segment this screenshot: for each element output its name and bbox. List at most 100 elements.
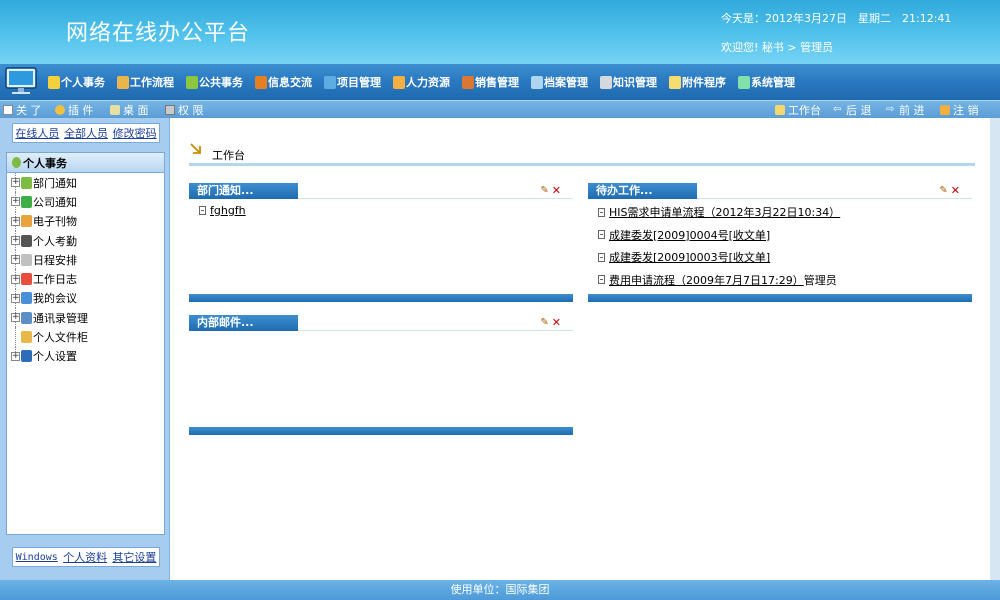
change-password-link[interactable]: 修改密码 — [113, 125, 157, 141]
menu-item-10[interactable]: 系统管理 — [738, 74, 795, 90]
menu-item-9[interactable]: 附件程序 — [669, 74, 726, 90]
tree-item[interactable]: + 我的会议 — [7, 288, 164, 309]
calendar-icon — [21, 253, 32, 266]
header-banner: 网络在线办公平台 今天是：2012年3月27日 星期二 21:12:41 欢迎您… — [0, 0, 1000, 64]
internal-mail-panel: 内部邮件... ✎ ✕ — [189, 315, 573, 437]
forward-label: 前 进 — [899, 104, 925, 117]
windows-link[interactable]: Windows — [16, 552, 58, 563]
menu-item-label: 档案管理 — [544, 76, 588, 89]
plugin-button[interactable]: 插 件 — [55, 102, 94, 118]
list-item: fghgfh — [199, 204, 246, 217]
close-label: 关 了 — [16, 104, 42, 117]
close-icon[interactable]: ✕ — [552, 317, 561, 328]
workspace-button[interactable]: 工作台 — [775, 102, 821, 118]
sidebar-top-links: 在线人员 全部人员 修改密码 — [12, 123, 160, 143]
menu-item-label: 个人事务 — [61, 76, 105, 89]
expand-icon[interactable]: + — [11, 313, 20, 323]
workspace-label: 工作台 — [788, 104, 821, 117]
footer: 使用单位：国际集团 — [0, 580, 1000, 600]
system-icon — [738, 75, 750, 89]
tree-item-label: 电子刊物 — [33, 215, 77, 229]
logout-label: 注 销 — [953, 104, 979, 117]
tree-item-label: 个人考勤 — [33, 234, 77, 248]
permission-button[interactable]: 权 限 — [165, 102, 204, 118]
item-link[interactable]: fghgfh — [210, 204, 246, 217]
panel-footer-bar — [189, 427, 573, 435]
expand-icon[interactable]: + — [11, 197, 20, 207]
menu-item-6[interactable]: 销售管理 — [462, 74, 519, 90]
menu-item-label: 信息交流 — [268, 76, 312, 89]
settings-icon — [21, 350, 32, 363]
meeting-icon — [21, 292, 32, 305]
profile-link[interactable]: 个人资料 — [63, 549, 107, 565]
desktop-button[interactable]: 桌 面 — [110, 102, 149, 118]
tree-item[interactable]: + 工作日志 — [7, 269, 164, 290]
welcome-user-text: 欢迎您! 秘书 > 管理员 — [721, 41, 834, 54]
tree-item[interactable]: + 日程安排 — [7, 250, 164, 270]
menu-item-label: 销售管理 — [475, 76, 519, 89]
item-link[interactable]: 费用申请流程（2009年7月7日17:29） — [609, 272, 804, 288]
tree-item[interactable]: + 公司通知 — [7, 192, 164, 212]
edit-icon[interactable]: ✎ — [939, 185, 947, 196]
plugin-icon — [55, 105, 65, 115]
menu-item-4[interactable]: 项目管理 — [324, 74, 381, 90]
arrow-icon — [190, 143, 201, 154]
menu-item-3[interactable]: 信息交流 — [255, 74, 312, 90]
expand-icon[interactable]: + — [11, 351, 20, 361]
expand-icon[interactable]: + — [11, 293, 20, 303]
notice-icon — [21, 176, 32, 189]
plugin-label: 插 件 — [68, 104, 94, 117]
back-button[interactable]: ⇦ 后 退 — [833, 102, 872, 118]
workspace-area: 工作台 部门通知... ✎ ✕ fghgfh 待办工作... ✎ ✕ HIS需求… — [175, 118, 990, 580]
expand-icon[interactable]: + — [11, 255, 20, 265]
workflow-icon — [117, 75, 129, 89]
tree-header[interactable]: 个人事务 — [7, 153, 164, 173]
online-users-link[interactable]: 在线人员 — [15, 125, 59, 141]
todo-title[interactable]: 待办工作... — [588, 183, 697, 199]
panel-header: 待办工作... ✎ ✕ — [588, 183, 972, 199]
panel-footer-bar — [189, 294, 573, 302]
menu-item-0[interactable]: 个人事务 — [48, 74, 105, 90]
logout-button[interactable]: 注 销 — [940, 102, 979, 118]
menu-item-5[interactable]: 人力资源 — [393, 74, 450, 90]
tree-list: + 部门通知 + 公司通知 + 电子刊物 + 个人考勤 + 日程安排 + 工作日志 + 我的会议 + 通讯录管… — [7, 173, 164, 366]
menu-item-label: 附件程序 — [682, 76, 726, 89]
tree-item-label: 个人设置 — [33, 350, 77, 364]
sidebar-bottom-links: Windows 个人资料 其它设置 — [12, 547, 160, 567]
edit-icon[interactable]: ✎ — [540, 317, 548, 328]
internal-mail-title[interactable]: 内部邮件... — [189, 315, 298, 331]
tree-item[interactable]: + 个人设置 — [7, 346, 164, 366]
close-icon[interactable]: ✕ — [951, 185, 960, 196]
tree-item[interactable]: + 电子刊物 — [7, 211, 164, 232]
sub-toolbar: 关 了 插 件 桌 面 权 限 工作台 ⇦ 后 退 ⇨ 前 进 注 销 — [0, 100, 1000, 118]
item-link[interactable]: 成建委发[2009]0004号[收文单] — [609, 227, 770, 243]
dept-notice-title[interactable]: 部门通知... — [189, 183, 298, 199]
item-link[interactable]: 成建委发[2009]0003号[收文单] — [609, 249, 770, 265]
person-icon — [48, 75, 60, 89]
all-users-link[interactable]: 全部人员 — [64, 125, 108, 141]
expand-icon[interactable]: + — [11, 274, 20, 284]
menu-item-7[interactable]: 档案管理 — [531, 74, 588, 90]
desktop-icon — [110, 105, 120, 115]
tree-item-label: 日程安排 — [33, 253, 77, 267]
tree-item[interactable]: + 通讯录管理 — [7, 308, 164, 328]
tree-item[interactable]: + 部门通知 — [7, 173, 164, 193]
menu-item-2[interactable]: 公共事务 — [186, 74, 243, 90]
edit-icon[interactable]: ✎ — [540, 185, 548, 196]
hr-icon — [393, 75, 405, 89]
close-icon[interactable]: ✕ — [552, 185, 561, 196]
menu-item-1[interactable]: 工作流程 — [117, 74, 174, 90]
item-link[interactable]: HIS需求申请单流程（2012年3月22日10:34） — [609, 204, 840, 220]
expand-icon[interactable]: + — [11, 236, 20, 246]
tree-item[interactable]: + 个人考勤 — [7, 230, 164, 251]
expand-icon[interactable]: + — [11, 178, 20, 188]
todo-panel: 待办工作... ✎ ✕ HIS需求申请单流程（2012年3月22日10:34） 成… — [588, 183, 972, 303]
expand-icon[interactable]: + — [11, 216, 20, 226]
back-icon: ⇦ — [833, 104, 842, 115]
forward-button[interactable]: ⇨ 前 进 — [886, 102, 925, 118]
tree-item[interactable]: 个人文件柜 — [7, 327, 164, 347]
close-button[interactable]: 关 了 — [3, 102, 42, 118]
tree-header-label: 个人事务 — [23, 156, 67, 170]
menu-item-8[interactable]: 知识管理 — [600, 74, 657, 90]
other-settings-link[interactable]: 其它设置 — [112, 549, 156, 565]
